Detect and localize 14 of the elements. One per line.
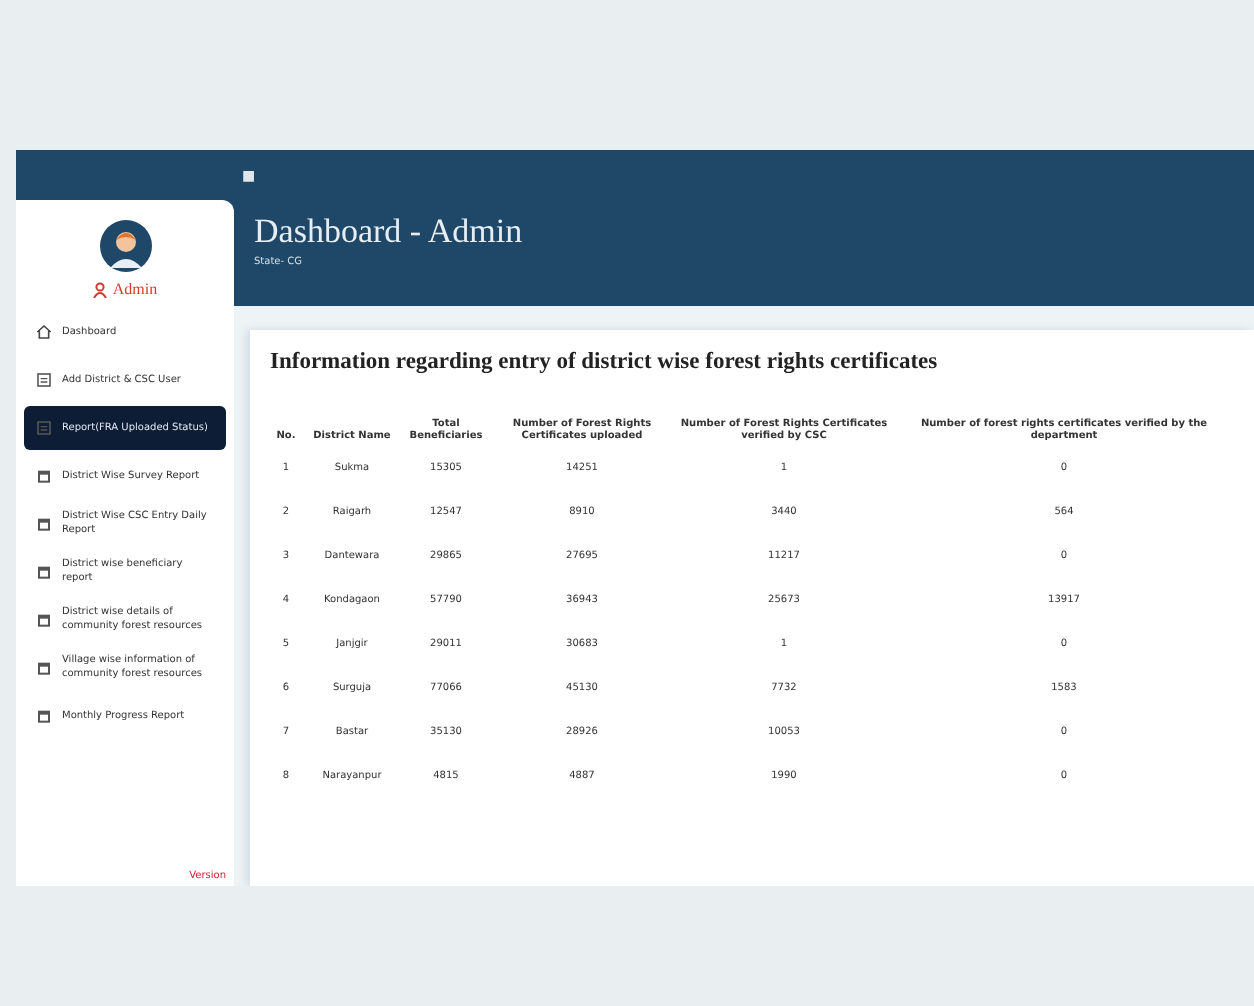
calendar-icon	[36, 612, 52, 628]
calendar-icon	[36, 564, 52, 580]
user-icon	[92, 281, 109, 297]
calendar-icon	[36, 660, 52, 676]
page-title: Dashboard - Admin	[254, 212, 525, 252]
form-icon	[36, 372, 52, 388]
home-icon	[36, 324, 52, 340]
form-icon	[36, 420, 52, 436]
calendar-icon	[36, 708, 52, 724]
panel-title: Information regarding entry of district wise forest rights certificates	[270, 350, 940, 374]
avatar-icon	[99, 220, 151, 272]
user-label: Admin	[92, 280, 158, 298]
calendar-icon	[36, 516, 52, 532]
calendar-icon	[36, 468, 52, 484]
